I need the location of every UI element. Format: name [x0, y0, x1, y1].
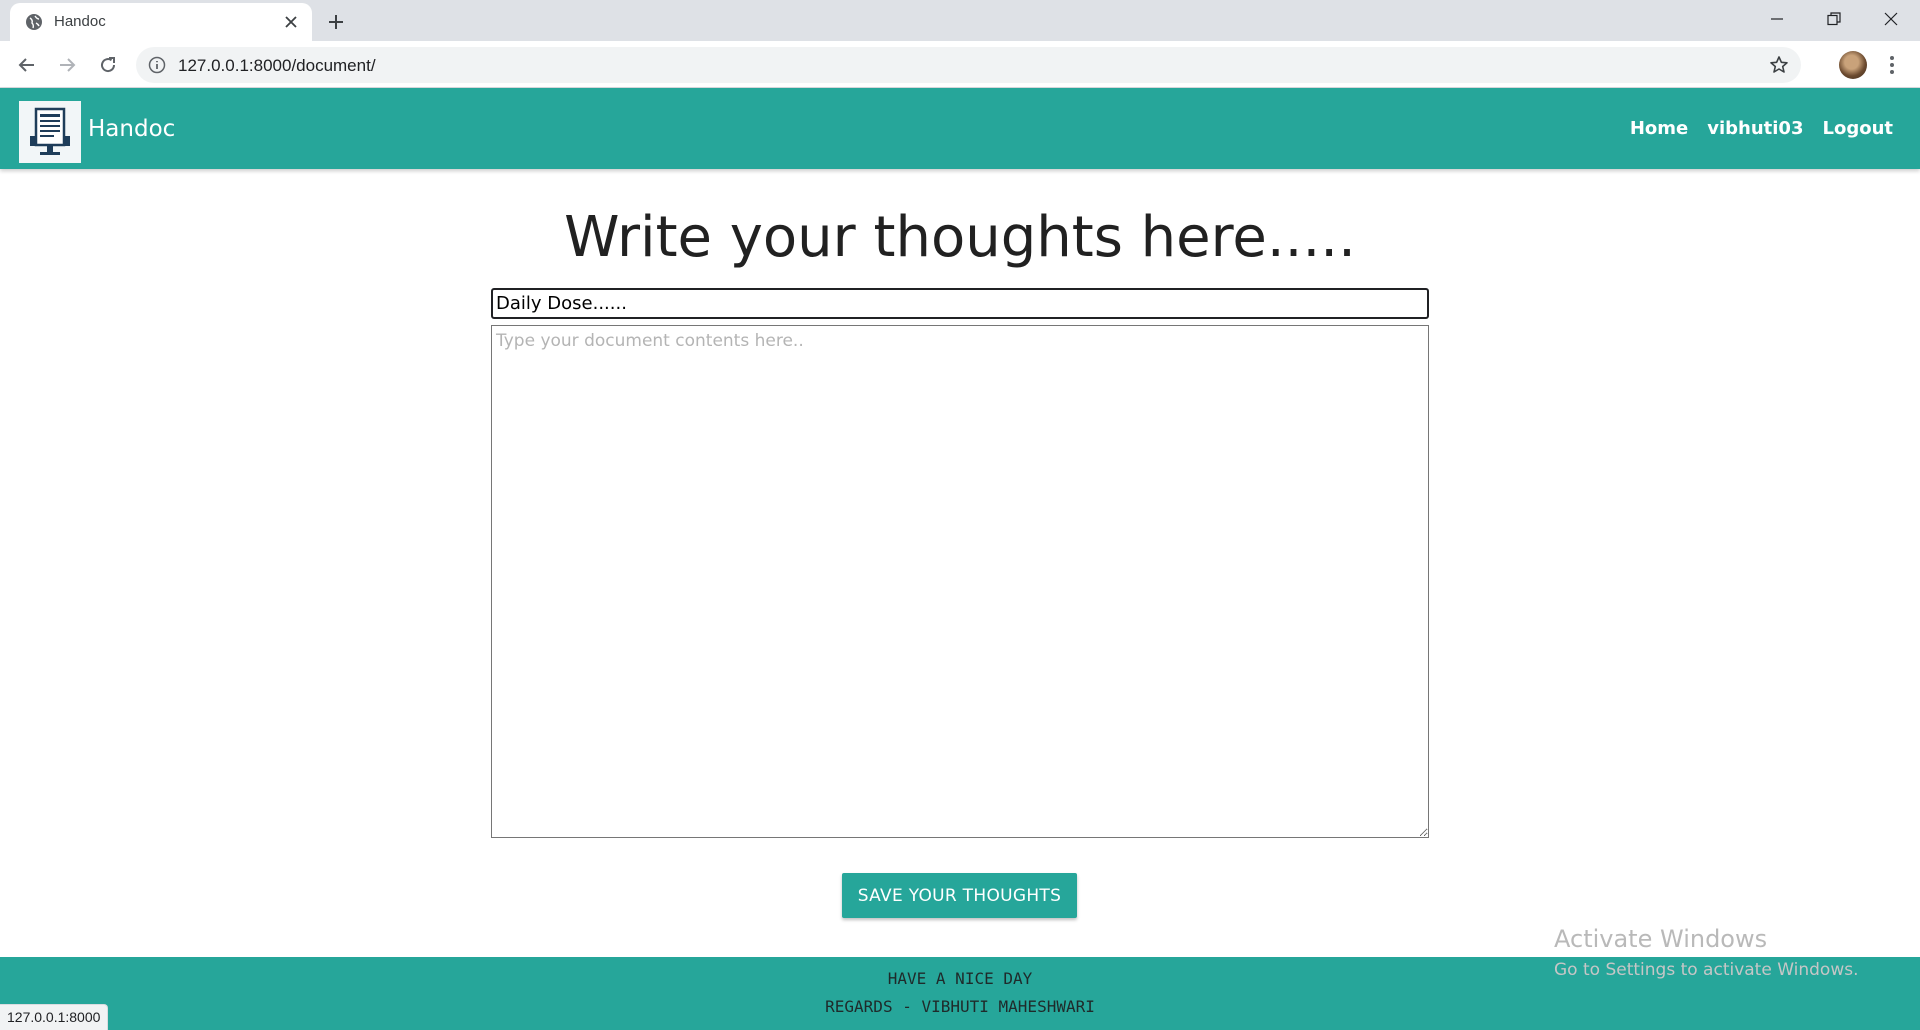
globe-icon [25, 13, 43, 31]
nav-username-link[interactable]: vibhuti03 [1707, 118, 1803, 139]
nav-home-link[interactable]: Home [1630, 118, 1688, 139]
app-navbar: Handoc Home vibhuti03 Logout [0, 88, 1920, 169]
activate-windows-subtitle: Go to Settings to activate Windows. [1554, 960, 1859, 980]
forward-arrow-icon[interactable] [52, 50, 82, 80]
browser-toolbar: 127.0.0.1:8000/document/ [0, 41, 1920, 88]
info-icon[interactable] [148, 56, 166, 74]
activate-windows-title: Activate Windows [1554, 925, 1768, 953]
close-tab-icon[interactable] [280, 11, 302, 33]
bookmark-star-icon[interactable] [1769, 55, 1789, 75]
document-logo-icon[interactable] [19, 101, 81, 163]
page-heading: Write your thoughts here..... [564, 205, 1356, 270]
nav-links: Home vibhuti03 Logout [1630, 118, 1893, 139]
footer-regards: REGARDS - VIBHUTI MAHESHWARI [825, 997, 1095, 1016]
document-content-textarea[interactable] [491, 325, 1429, 838]
new-tab-icon[interactable] [323, 9, 349, 35]
back-arrow-icon[interactable] [12, 50, 42, 80]
document-title-input[interactable] [491, 288, 1429, 319]
address-bar[interactable]: 127.0.0.1:8000/document/ [136, 47, 1801, 83]
restore-icon[interactable] [1806, 0, 1862, 38]
status-url-bubble: 127.0.0.1:8000 [0, 1004, 109, 1030]
browser-tab[interactable]: Handoc [10, 3, 312, 41]
more-menu-icon[interactable] [1880, 52, 1904, 78]
close-window-icon[interactable] [1863, 0, 1919, 38]
url-text: 127.0.0.1:8000/document/ [178, 56, 376, 75]
profile-avatar[interactable] [1839, 51, 1867, 79]
reload-icon[interactable] [93, 50, 123, 80]
brand-name[interactable]: Handoc [88, 116, 175, 142]
save-thoughts-button[interactable]: SAVE YOUR THOUGHTS [842, 873, 1077, 918]
browser-tabstrip: Handoc [0, 0, 1920, 41]
nav-logout-link[interactable]: Logout [1822, 118, 1893, 139]
tab-title: Handoc [54, 13, 106, 30]
minimize-icon[interactable] [1749, 0, 1805, 38]
